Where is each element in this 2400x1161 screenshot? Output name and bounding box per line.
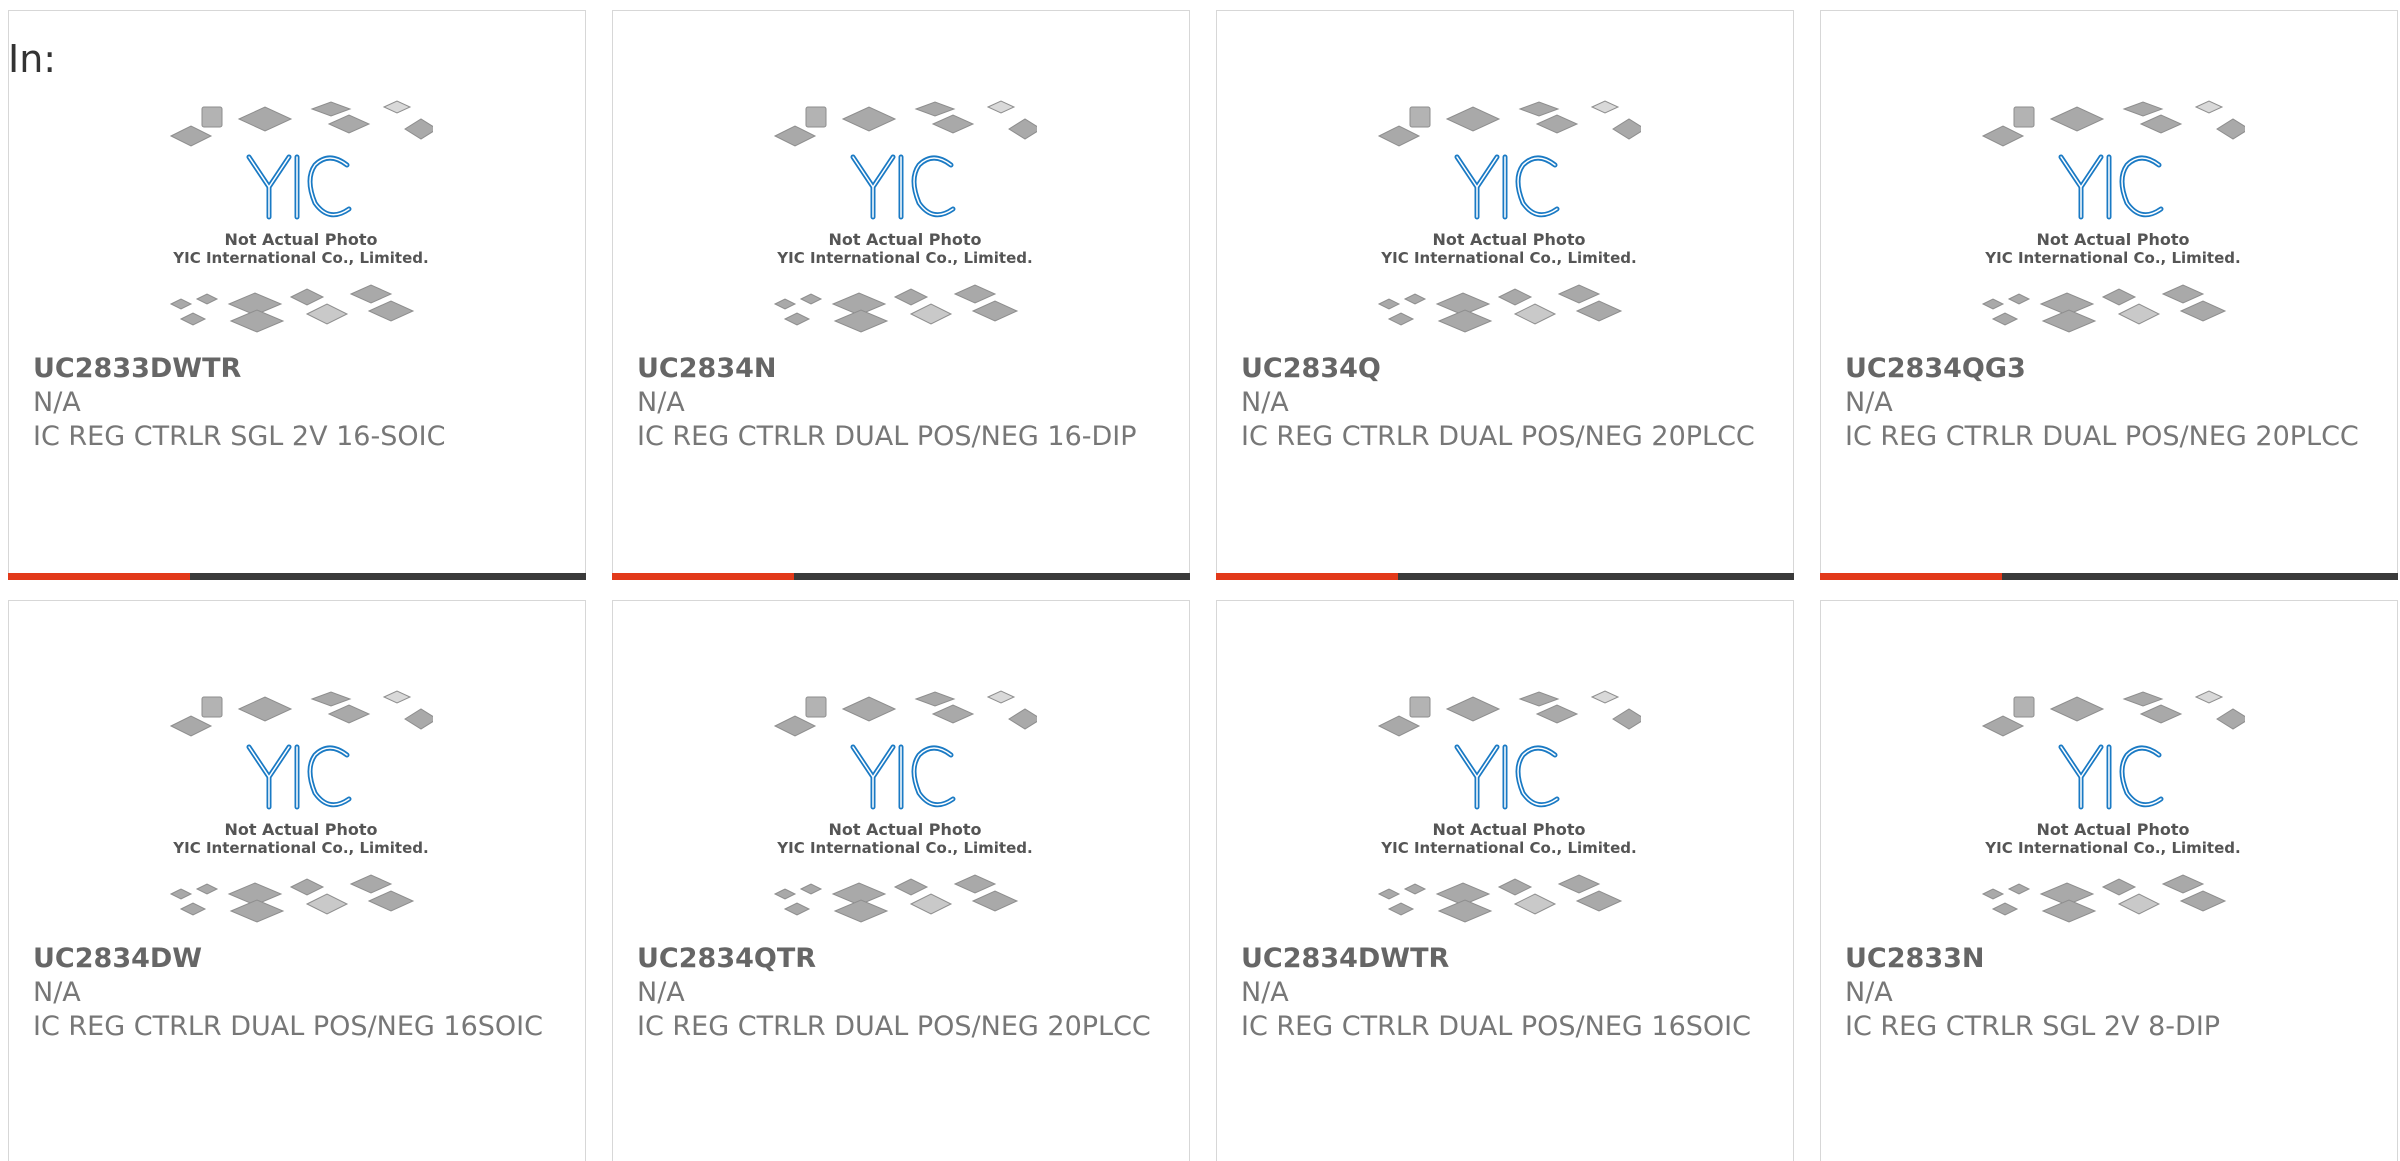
product-info: UC2834QTR N/A IC REG CTRLR DUAL POS/NEG … xyxy=(637,942,1157,1044)
product-description: IC REG CTRLR DUAL POS/NEG 20PLCC xyxy=(1241,421,1755,452)
thumbnail-caption-line1: Not Actual Photo xyxy=(1432,230,1585,249)
part-number-link[interactable]: UC2834QG3 xyxy=(1845,352,2365,386)
part-number-link[interactable]: UC2834DW xyxy=(33,942,553,976)
product-info: UC2834DWTR N/A IC REG CTRLR DUAL POS/NEG… xyxy=(1241,942,1761,1044)
manufacturer-label: N/A xyxy=(637,977,685,1008)
manufacturer-label: N/A xyxy=(1241,387,1289,418)
product-thumbnail-image[interactable]: Not Actual Photo YIC International Co., … xyxy=(773,689,1037,939)
product-thumbnail-image[interactable]: Not Actual Photo YIC International Co., … xyxy=(1377,689,1641,939)
product-info: UC2834Q N/A IC REG CTRLR DUAL POS/NEG 20… xyxy=(1241,352,1761,454)
product-card[interactable]: Not Actual Photo YIC International Co., … xyxy=(612,10,1190,580)
thumbnail-caption-line1: Not Actual Photo xyxy=(224,230,377,249)
product-card[interactable]: Not Actual Photo YIC International Co., … xyxy=(8,600,586,1161)
manufacturer-label: N/A xyxy=(33,387,81,418)
product-info: UC2833DWTR N/A IC REG CTRLR SGL 2V 16-SO… xyxy=(33,352,553,454)
card-accent-bar xyxy=(612,573,794,580)
card-bottom-bar xyxy=(8,573,586,580)
product-thumbnail-image[interactable]: Not Actual Photo YIC International Co., … xyxy=(169,689,433,939)
part-number-link[interactable]: UC2834DWTR xyxy=(1241,942,1761,976)
card-accent-bar xyxy=(8,573,190,580)
manufacturer-label: N/A xyxy=(637,387,685,418)
product-info: UC2833N N/A IC REG CTRLR SGL 2V 8-DIP xyxy=(1845,942,2365,1044)
filter-in-label: In: xyxy=(8,37,57,81)
product-info: UC2834QG3 N/A IC REG CTRLR DUAL POS/NEG … xyxy=(1845,352,2365,454)
product-info: UC2834DW N/A IC REG CTRLR DUAL POS/NEG 1… xyxy=(33,942,553,1044)
part-number-link[interactable]: UC2833N xyxy=(1845,942,2365,976)
part-number-link[interactable]: UC2834QTR xyxy=(637,942,1157,976)
product-description: IC REG CTRLR DUAL POS/NEG 16SOIC xyxy=(1241,1011,1751,1042)
card-bottom-bar xyxy=(612,573,1190,580)
product-description: IC REG CTRLR DUAL POS/NEG 16-DIP xyxy=(637,421,1137,452)
product-description: IC REG CTRLR DUAL POS/NEG 20PLCC xyxy=(1845,421,2359,452)
thumbnail-caption-line2: YIC International Co., Limited. xyxy=(172,839,428,857)
product-thumbnail-image[interactable]: Not Actual Photo YIC International Co., … xyxy=(1981,99,2245,349)
manufacturer-label: N/A xyxy=(1845,977,1893,1008)
manufacturer-label: N/A xyxy=(33,977,81,1008)
thumbnail-caption-line2: YIC International Co., Limited. xyxy=(776,839,1032,857)
product-grid-page: In: Not Actual Photo YIC International C… xyxy=(0,0,2400,1161)
manufacturer-label: N/A xyxy=(1845,387,1893,418)
product-description: IC REG CTRLR DUAL POS/NEG 16SOIC xyxy=(33,1011,543,1042)
product-card[interactable]: Not Actual Photo YIC International Co., … xyxy=(1820,10,2398,580)
product-thumbnail-image[interactable]: Not Actual Photo YIC International Co., … xyxy=(773,99,1037,349)
product-card[interactable]: Not Actual Photo YIC International Co., … xyxy=(1216,10,1794,580)
thumbnail-caption-line1: Not Actual Photo xyxy=(1432,820,1585,839)
product-card[interactable]: Not Actual Photo YIC International Co., … xyxy=(1216,600,1794,1161)
product-thumbnail-image[interactable]: Not Actual Photo YIC International Co., … xyxy=(169,99,433,349)
card-bottom-bar xyxy=(1216,573,1794,580)
thumbnail-caption-line2: YIC International Co., Limited. xyxy=(1380,839,1636,857)
product-description: IC REG CTRLR SGL 2V 8-DIP xyxy=(1845,1011,2221,1042)
card-accent-bar xyxy=(1820,573,2002,580)
product-card[interactable]: Not Actual Photo YIC International Co., … xyxy=(8,10,586,580)
card-accent-bar xyxy=(1216,573,1398,580)
thumbnail-caption-line2: YIC International Co., Limited. xyxy=(1984,249,2240,267)
part-number-link[interactable]: UC2834N xyxy=(637,352,1157,386)
product-thumbnail-image[interactable]: Not Actual Photo YIC International Co., … xyxy=(1981,689,2245,939)
product-description: IC REG CTRLR DUAL POS/NEG 20PLCC xyxy=(637,1011,1151,1042)
thumbnail-caption-line2: YIC International Co., Limited. xyxy=(776,249,1032,267)
thumbnail-caption-line1: Not Actual Photo xyxy=(828,820,981,839)
thumbnail-caption-line2: YIC International Co., Limited. xyxy=(1984,839,2240,857)
product-thumbnail-image[interactable]: Not Actual Photo YIC International Co., … xyxy=(1377,99,1641,349)
product-card[interactable]: Not Actual Photo YIC International Co., … xyxy=(1820,600,2398,1161)
thumbnail-caption-line1: Not Actual Photo xyxy=(828,230,981,249)
thumbnail-caption-line1: Not Actual Photo xyxy=(224,820,377,839)
manufacturer-label: N/A xyxy=(1241,977,1289,1008)
part-number-link[interactable]: UC2833DWTR xyxy=(33,352,553,386)
thumbnail-caption-line1: Not Actual Photo xyxy=(2036,230,2189,249)
product-info: UC2834N N/A IC REG CTRLR DUAL POS/NEG 16… xyxy=(637,352,1157,454)
thumbnail-caption-line1: Not Actual Photo xyxy=(2036,820,2189,839)
thumbnail-caption-line2: YIC International Co., Limited. xyxy=(1380,249,1636,267)
thumbnail-caption-line2: YIC International Co., Limited. xyxy=(172,249,428,267)
card-bottom-bar xyxy=(1820,573,2398,580)
product-card[interactable]: Not Actual Photo YIC International Co., … xyxy=(612,600,1190,1161)
part-number-link[interactable]: UC2834Q xyxy=(1241,352,1761,386)
product-description: IC REG CTRLR SGL 2V 16-SOIC xyxy=(33,421,446,452)
